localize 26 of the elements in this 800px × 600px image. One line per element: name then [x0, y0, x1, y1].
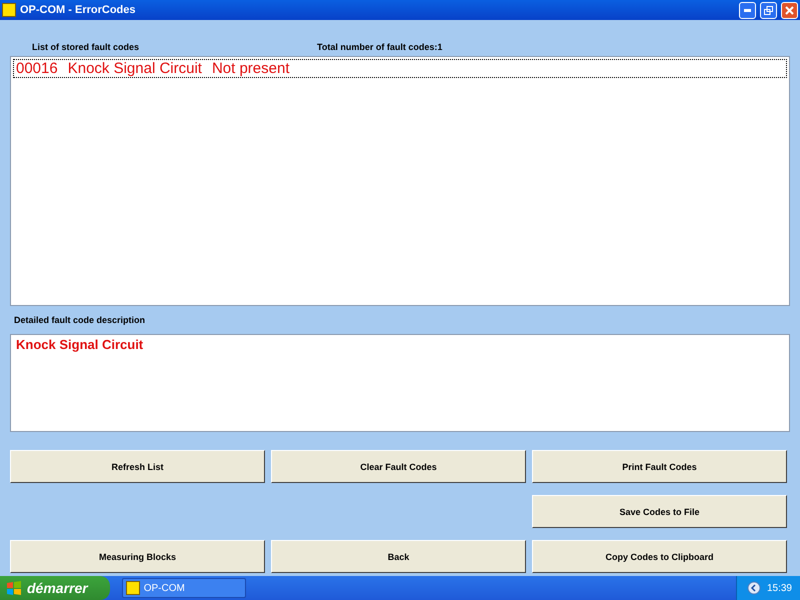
- app-icon: [2, 3, 16, 17]
- minimize-icon: [744, 8, 751, 12]
- list-label: List of stored fault codes: [32, 42, 140, 52]
- network-icon[interactable]: [746, 581, 761, 595]
- restore-button[interactable]: [760, 2, 777, 18]
- clock: 15:39: [766, 582, 792, 594]
- app-icon: [126, 581, 140, 595]
- description-label: Detailed fault code description: [14, 315, 146, 325]
- start-button[interactable]: démarrer: [0, 576, 110, 600]
- action-button[interactable]: Measuring Blocks: [10, 540, 265, 573]
- windows-logo-icon: [6, 581, 22, 595]
- close-icon: [785, 6, 794, 14]
- fault-code-row[interactable]: 00016 Knock Signal Circuit Not present: [13, 59, 787, 78]
- action-button[interactable]: Back: [271, 540, 526, 573]
- action-button[interactable]: Refresh List: [10, 450, 265, 483]
- description-box: Knock Signal Circuit: [10, 334, 790, 432]
- action-button[interactable]: Save Codes to File: [532, 495, 787, 528]
- action-button[interactable]: Print Fault Codes: [532, 450, 787, 483]
- restore-icon: [764, 6, 773, 14]
- action-button[interactable]: Clear Fault Codes: [271, 450, 526, 483]
- minimize-button[interactable]: [739, 2, 756, 18]
- close-button[interactable]: [781, 2, 798, 18]
- window-title: OP-COM - ErrorCodes: [20, 4, 137, 16]
- action-button[interactable]: Copy Codes to Clipboard: [532, 540, 787, 573]
- fault-count: Total number of fault codes:1: [317, 42, 442, 52]
- taskbar-button[interactable]: OP-COM: [122, 578, 246, 598]
